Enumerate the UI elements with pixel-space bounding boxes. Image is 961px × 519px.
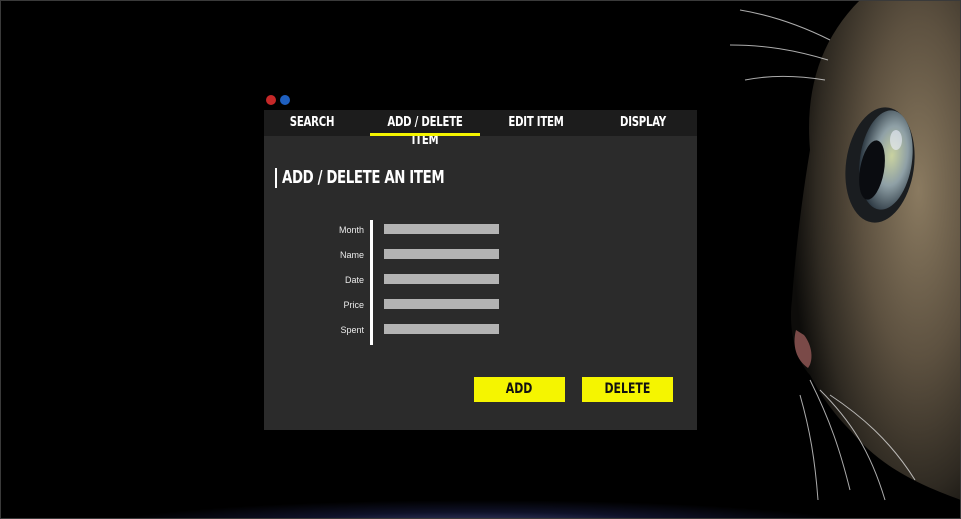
active-tab-indicator	[370, 133, 480, 136]
app-window: SEARCH ADD / DELETE ITEM EDIT ITEM DISPL…	[264, 110, 697, 430]
nav-bar: SEARCH ADD / DELETE ITEM EDIT ITEM DISPL…	[264, 110, 697, 148]
spent-label: Spent	[340, 325, 364, 335]
minimize-window-button[interactable]	[280, 95, 290, 105]
delete-button[interactable]: DELETE	[582, 377, 673, 402]
name-field[interactable]	[384, 249, 499, 259]
add-button-label: ADD	[506, 381, 533, 397]
tab-display[interactable]: DISPLAY	[613, 114, 674, 132]
month-label: Month	[338, 225, 364, 235]
name-label: Name	[339, 250, 364, 260]
page-title: ADD / DELETE AN ITEM	[282, 167, 445, 188]
cat-face-wallpaper-icon	[729, 0, 961, 501]
add-button[interactable]: ADD	[474, 377, 565, 402]
close-window-button[interactable]	[266, 95, 276, 105]
month-field[interactable]	[384, 224, 499, 234]
form-divider	[370, 220, 373, 345]
tab-search[interactable]: SEARCH	[281, 114, 343, 132]
spent-field[interactable]	[384, 324, 499, 334]
price-label: Price	[343, 300, 364, 310]
price-field[interactable]	[384, 299, 499, 309]
delete-button-label: DELETE	[604, 381, 651, 397]
tab-add-delete-item[interactable]: ADD / DELETE ITEM	[374, 114, 475, 148]
date-label: Date	[344, 275, 364, 285]
date-field[interactable]	[384, 274, 499, 284]
tab-edit-item[interactable]: EDIT ITEM	[500, 114, 572, 132]
title-accent-bar	[275, 168, 277, 188]
